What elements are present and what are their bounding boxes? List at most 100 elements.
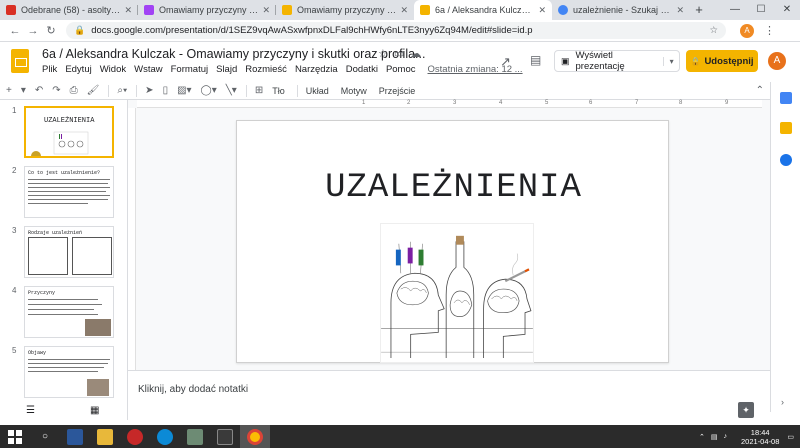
browser-profile-avatar[interactable]: A (740, 23, 754, 38)
slide-thumbnail-1[interactable]: UZALEŻNIENIA (24, 106, 114, 158)
minimize-icon[interactable]: — (722, 0, 748, 20)
url-field[interactable]: 🔒 docs.google.com/presentation/d/1SEZ9vq… (66, 22, 726, 39)
star-icon[interactable]: ☆ (378, 48, 394, 60)
undo-icon[interactable]: ↶ (35, 85, 43, 96)
menu-view[interactable]: Widok (100, 64, 126, 75)
present-button[interactable]: ▣ Wyświetl prezentację ▾ (554, 50, 680, 72)
shape-icon[interactable]: ◯▾ (201, 85, 217, 96)
text-box-icon[interactable]: ▯ (163, 85, 169, 96)
menu-file[interactable]: Plik (42, 64, 57, 75)
app-icon-red[interactable] (120, 425, 150, 448)
slide-thumbnail-5[interactable]: Objawy (24, 346, 114, 398)
horizontal-ruler: 12 34 56 78 9 (137, 100, 762, 108)
share-button[interactable]: 🔒 Udostępnij (686, 50, 758, 72)
notifications-icon[interactable]: ▭ (787, 433, 794, 441)
bookmark-star-icon[interactable]: ☆ (709, 25, 718, 36)
close-tab-icon[interactable]: ✕ (538, 5, 546, 16)
paint-format-icon[interactable]: 🖌 (87, 85, 100, 96)
search-taskbar-icon[interactable]: ○ (30, 425, 60, 448)
back-icon[interactable]: ← (6, 25, 24, 37)
layout-button[interactable]: Układ (306, 86, 329, 96)
forward-icon[interactable]: → (24, 25, 42, 37)
redo-icon[interactable]: ↷ (52, 85, 60, 96)
zoom-icon[interactable]: ⌕▾ (117, 85, 127, 96)
close-tab-icon[interactable]: ✕ (262, 5, 270, 16)
explore-button[interactable]: ✦ (738, 402, 754, 418)
present-dropdown-icon[interactable]: ▾ (663, 56, 679, 66)
slide-filmstrip: 1 UZALEŻNIENIA 2 Co to jest uzależnienie… (0, 100, 128, 400)
speaker-notes[interactable]: Kliknij, aby dodać notatki (128, 370, 770, 412)
chrome-icon[interactable] (240, 425, 270, 448)
side-panel: › (770, 82, 800, 412)
tray-arrow-icon[interactable]: ⌃ (699, 433, 705, 441)
print-icon[interactable]: ⎙ (70, 85, 78, 96)
present-icon: ▣ (561, 55, 570, 66)
slide-thumbnail-4[interactable]: Przyczyny (24, 286, 114, 338)
present-label: Wyświetl prezentację (575, 50, 625, 72)
transition-button[interactable]: Przejście (379, 86, 416, 96)
addiction-illustration[interactable] (380, 223, 534, 363)
document-title[interactable]: 6a / Aleksandra Kulczak - Omawiamy przyc… (42, 47, 425, 61)
slide-title[interactable]: UZALEŻNIENIA (237, 169, 670, 207)
close-tab-icon[interactable]: ✕ (676, 5, 684, 16)
new-slide-icon[interactable]: + (6, 85, 12, 96)
close-window-icon[interactable]: ✕ (774, 0, 800, 20)
browser-tab-google-search[interactable]: uzależnienie - Szukaj w Google ✕ (552, 0, 690, 20)
close-tab-icon[interactable]: ✕ (400, 5, 408, 16)
slides-logo-icon[interactable] (11, 49, 29, 73)
tasks-icon[interactable] (780, 154, 792, 166)
new-tab-button[interactable]: + (690, 0, 708, 20)
comments-icon[interactable]: ▤ (530, 53, 541, 67)
file-explorer-icon[interactable] (90, 425, 120, 448)
menu-help[interactable]: Pomoc (386, 64, 416, 75)
cloud-status-icon[interactable]: ☁ (410, 48, 427, 60)
slide-thumbnail-3[interactable]: Rodzaje uzależnień (24, 226, 114, 278)
move-folder-icon[interactable]: ▭ (394, 48, 410, 60)
browser-tab-slides-active[interactable]: 6a / Aleksandra Kulczak - Oma... ✕ (414, 0, 552, 20)
maximize-icon[interactable]: ☐ (748, 0, 774, 20)
grid-view-icon[interactable]: ▦ (90, 405, 99, 416)
menu-insert[interactable]: Wstaw (134, 64, 163, 75)
browser-tab-bar: Odebrane (58) - asoltysiak@sp... ✕ Omawi… (0, 0, 800, 20)
menu-arrange[interactable]: Rozmieść (245, 64, 287, 75)
edge-icon[interactable] (150, 425, 180, 448)
select-cursor-icon[interactable]: ➤ (145, 85, 153, 96)
browser-tab-classroom[interactable]: Omawiamy przyczyny i skutki o... ✕ (138, 0, 276, 20)
menu-addons[interactable]: Dodatki (346, 64, 378, 75)
comment-add-icon[interactable]: ⊞ (255, 85, 263, 96)
background-button[interactable]: Tło (272, 86, 285, 96)
slides-icon (420, 5, 430, 15)
activity-trend-icon[interactable]: ↗ (500, 54, 511, 70)
browser-tab-gmail[interactable]: Odebrane (58) - asoltysiak@sp... ✕ (0, 0, 138, 20)
browser-tab-slides-other[interactable]: Omawiamy przyczyny i skutki o... ✕ (276, 0, 414, 20)
clock[interactable]: 18:44 2021-04-08 (741, 428, 779, 446)
lock-icon: 🔒 (690, 56, 701, 66)
image-icon[interactable]: ▨▾ (177, 85, 191, 96)
title-actions: ☆▭☁ (378, 47, 427, 60)
menu-format[interactable]: Formatuj (171, 64, 208, 75)
line-icon[interactable]: ╲▾ (226, 85, 237, 96)
slide-thumbnail-2[interactable]: Co to jest uzależnienie? (24, 166, 114, 218)
list-view-icon[interactable]: ☰ (26, 405, 35, 416)
menu-tools[interactable]: Narzędzia (295, 64, 338, 75)
word-icon[interactable] (60, 425, 90, 448)
network-icon[interactable]: ▤ (711, 433, 718, 441)
volume-icon[interactable]: ♪ (724, 433, 728, 440)
expand-panel-icon[interactable]: › (781, 397, 784, 407)
menu-edit[interactable]: Edytuj (65, 64, 91, 75)
keep-icon[interactable] (780, 122, 792, 134)
theme-button[interactable]: Motyw (341, 86, 367, 96)
calendar-icon[interactable] (780, 92, 792, 104)
reload-icon[interactable]: ↻ (42, 24, 60, 37)
collapse-toolbar-icon[interactable]: ⌃ (756, 85, 764, 96)
user-avatar[interactable]: A (768, 52, 786, 70)
current-slide[interactable]: UZALEŻNIENIA (236, 120, 669, 363)
start-button[interactable] (0, 425, 30, 448)
new-slide-dropdown-icon[interactable]: ▾ (21, 85, 26, 96)
lock-icon: 🔒 (74, 25, 86, 35)
app-icon-image[interactable] (180, 425, 210, 448)
menu-slide[interactable]: Slajd (216, 64, 237, 75)
app-icon-video[interactable] (210, 425, 240, 448)
browser-menu-icon[interactable]: ⋮ (764, 24, 775, 37)
close-tab-icon[interactable]: ✕ (124, 5, 132, 16)
